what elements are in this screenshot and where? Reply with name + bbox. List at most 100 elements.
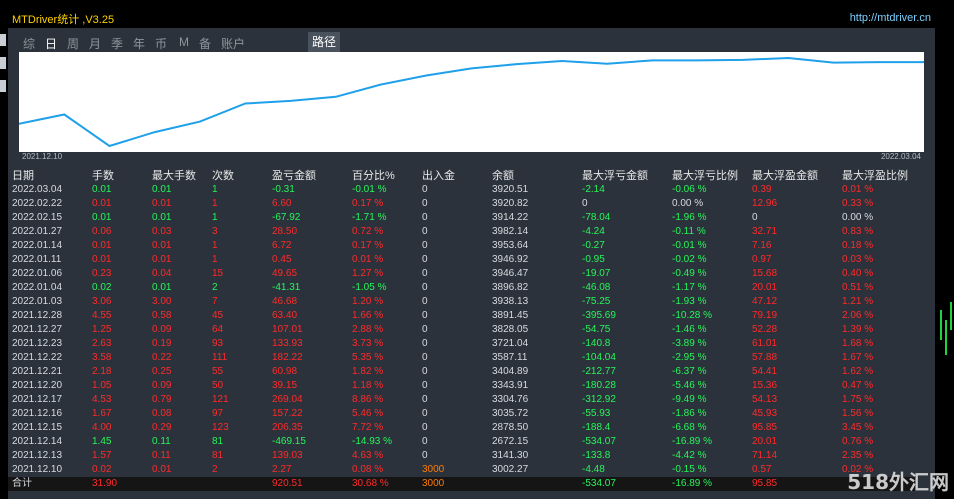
cell-fp: 0	[752, 212, 758, 223]
background-chart-bars	[940, 302, 952, 355]
cell-flp: -10.28 %	[672, 310, 713, 321]
cell-date: 2021.12.14	[12, 436, 63, 447]
cell-fl: -312.92	[582, 394, 616, 405]
total-cell	[208, 477, 268, 491]
cell-date: 2021.12.23	[12, 338, 63, 349]
table-row[interactable]: 2022.01.27 0.06 0.03 3 28.50 0.72 % 0 3982.14 -4…	[8, 225, 915, 239]
cell-count: 45	[212, 310, 224, 321]
table-row[interactable]: 2021.12.16 1.67 0.08 97 157.22 5.46 % 0 3035.72…	[8, 407, 915, 421]
cell-bal: 3982.14	[492, 226, 529, 237]
cell-fp: 15.36	[752, 380, 778, 391]
cell-count: 1	[212, 212, 218, 223]
website-link[interactable]: http://mtdriver.cn	[850, 12, 931, 24]
table-row[interactable]: 2021.12.15 4.00 0.29 123 206.35 7.72 % 0 2878.5…	[8, 421, 915, 435]
side-handle	[0, 57, 6, 69]
cell-fp: 15.68	[752, 268, 778, 279]
tab-9[interactable]: 账户	[221, 35, 245, 52]
total-cell-label: 合计	[12, 478, 32, 489]
tab-8[interactable]: 备	[199, 35, 211, 52]
cell-pct: 1.82 %	[352, 366, 384, 377]
table-row[interactable]: 2022.03.04 0.01 0.01 1 -0.31 -0.01 % 0 3920.51 -…	[8, 183, 915, 197]
balance-point	[561, 60, 563, 62]
side-handle	[0, 80, 6, 92]
column-header: 出入金	[422, 169, 455, 182]
table-row[interactable]: 2022.01.14 0.01 0.01 1 6.72 0.17 % 0 3953.64 -0.…	[8, 239, 915, 253]
column-header: 最大浮亏金额	[582, 169, 648, 182]
cell-date: 2021.12.13	[12, 450, 63, 461]
cell-flow: 0	[422, 408, 428, 419]
table-row[interactable]: 2021.12.21 2.18 0.25 55 60.98 1.82 % 0 3404.89 -…	[8, 365, 915, 379]
cell-flow: 3000	[422, 464, 445, 475]
cell-count: 64	[212, 324, 224, 335]
tab-3[interactable]: 月	[89, 35, 101, 52]
cell-fp: 12.96	[752, 198, 778, 209]
watermark-logo: 518外汇网	[847, 470, 949, 494]
cell-fl: -534.07	[582, 436, 616, 447]
cell-lots: 3.06	[92, 296, 112, 307]
table-row[interactable]: 2022.01.04 0.02 0.01 2 -41.31 -1.05 % 0 3896.82…	[8, 281, 915, 295]
table-row[interactable]: 2021.12.13 1.57 0.11 81 139.03 4.63 % 0 3141.30…	[8, 449, 915, 463]
table-row[interactable]: 2021.12.10 0.02 0.01 2 2.27 0.08 % 3000 3002.27…	[8, 463, 915, 477]
cell-fpp: 0.00 %	[842, 212, 874, 223]
cell-bal: 3891.45	[492, 310, 529, 321]
column-header: 次数	[212, 169, 234, 182]
cell-pct: 1.20 %	[352, 296, 384, 307]
cell-flp: -0.11 %	[672, 226, 706, 237]
table-row[interactable]: 2022.02.22 0.01 0.01 1 6.60 0.17 % 0 3920.82 0 0.…	[8, 197, 915, 211]
cell-bal: 3587.11	[492, 352, 528, 363]
table-row[interactable]: 2022.02.15 0.01 0.01 1 -67.92 -1.71 % 0 3914.22…	[8, 211, 915, 225]
table-row[interactable]: 2021.12.14 1.45 0.11 81 -469.15 -14.93 % 0 2672…	[8, 435, 915, 449]
cell-count: 2	[212, 282, 218, 293]
path-button[interactable]: 路径	[308, 32, 340, 52]
table-row[interactable]: 2021.12.22 3.58 0.22 111 182.22 5.35 % 0 3587.1…	[8, 351, 915, 365]
cell-fp: 20.01	[752, 282, 778, 293]
balance-point	[651, 59, 654, 62]
cell-lots: 0.01	[92, 240, 112, 251]
table-row[interactable]: 2021.12.17 4.53 0.79 121 269.04 8.86 % 0 3304.7…	[8, 393, 915, 407]
tab-0[interactable]: 综	[23, 35, 35, 52]
tab-2[interactable]: 周	[67, 35, 79, 52]
table-row[interactable]: 2021.12.23 2.63 0.19 93 133.93 3.73 % 0 3721.04…	[8, 337, 915, 351]
cell-fl: -0.27	[582, 240, 605, 251]
table-row[interactable]: 2021.12.20 1.05 0.09 50 39.15 1.18 % 0 3343.91 -…	[8, 379, 915, 393]
balance-point	[334, 95, 337, 98]
cell-maxlots: 0.01	[152, 282, 172, 293]
cell-count: 2	[212, 464, 218, 475]
table-row[interactable]: 2021.12.28 4.55 0.58 45 63.40 1.66 % 0 3891.45 -…	[8, 309, 915, 323]
cell-lots: 0.23	[92, 268, 112, 279]
cell-flp: -4.42 %	[672, 450, 707, 461]
cell-pnl: 182.22	[272, 352, 303, 363]
cell-pnl: 39.15	[272, 380, 298, 391]
cell-bal: 3920.82	[492, 198, 529, 209]
tab-4[interactable]: 季	[111, 35, 123, 52]
cell-date: 2021.12.16	[12, 408, 63, 419]
cell-maxlots: 0.09	[152, 324, 172, 335]
tab-6[interactable]: 币	[155, 35, 167, 52]
cell-flp: -6.37 %	[672, 366, 707, 377]
chart-start-date: 2021.12.10	[22, 152, 63, 161]
table-row[interactable]: 2022.01.03 3.06 3.00 7 46.68 1.20 % 0 3938.13 -7…	[8, 295, 915, 309]
cell-bal: 3721.04	[492, 338, 529, 349]
cell-pnl: 269.04	[272, 394, 303, 405]
balance-point	[108, 145, 111, 147]
total-cell-lots	[148, 477, 208, 491]
cell-flp: -9.49 %	[672, 394, 707, 405]
cell-fl: -78.04	[582, 212, 611, 223]
cell-count: 111	[212, 352, 228, 363]
cell-flow: 0	[422, 310, 428, 321]
total-cell-flow: 3000	[422, 478, 445, 489]
tab-1[interactable]: 日	[45, 35, 57, 52]
column-header: 余额	[492, 169, 514, 182]
table-row[interactable]: 2021.12.27 1.25 0.09 64 107.01 2.88 % 0 3828.05…	[8, 323, 915, 337]
table-row[interactable]: 2022.01.11 0.01 0.01 1 0.45 0.01 % 0 3946.92 -0.…	[8, 253, 915, 267]
balance-point	[696, 59, 699, 62]
cell-fp: 45.93	[752, 408, 778, 419]
tab-5[interactable]: 年	[133, 35, 145, 52]
cell-flp: -3.89 %	[672, 338, 707, 349]
cell-flow: 0	[422, 324, 428, 335]
cell-maxlots: 0.29	[152, 422, 172, 433]
table-row[interactable]: 2022.01.06 0.23 0.04 15 49.65 1.27 % 0 3946.47 -…	[8, 267, 915, 281]
cell-fp: 79.19	[752, 310, 778, 321]
cell-date: 2021.12.27	[12, 324, 63, 335]
tab-7[interactable]: M	[179, 35, 189, 49]
